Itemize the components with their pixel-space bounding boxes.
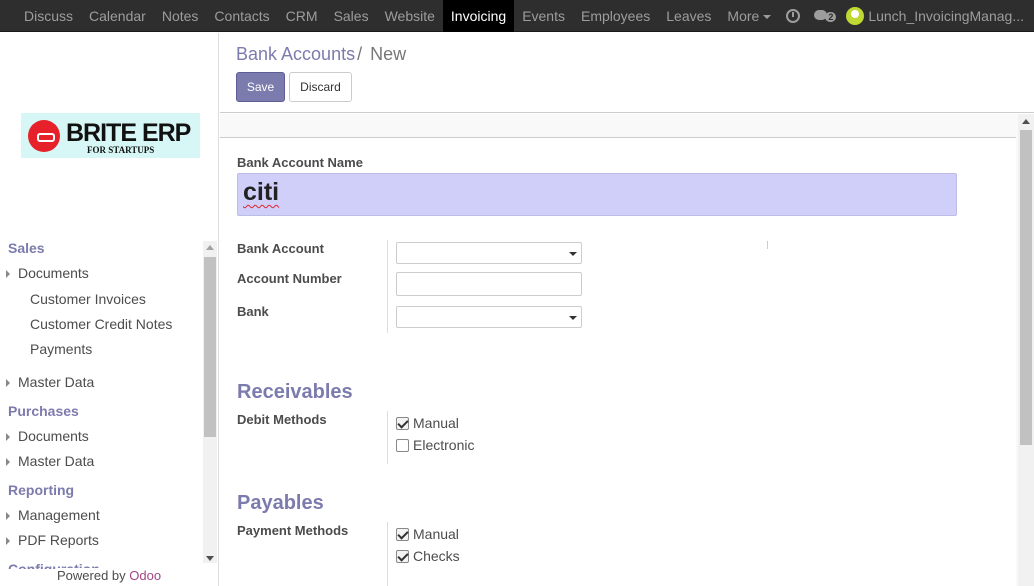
checkbox-checked[interactable]	[396, 416, 409, 430]
sidebar-item-label: Master Data	[18, 453, 95, 469]
field-divider	[387, 240, 388, 333]
menu-leaves[interactable]: Leaves	[658, 0, 719, 32]
scroll-down-icon[interactable]	[206, 556, 214, 561]
sidebar-item-label: Customer Invoices	[30, 291, 146, 307]
menu-sales[interactable]: Sales	[326, 0, 377, 32]
column-divider	[767, 241, 768, 249]
payment-method-checks[interactable]: Checks	[396, 547, 460, 565]
sidebar-item-label: Master Data	[18, 374, 95, 390]
form-sheet: Bank Account Name citi Bank Account Acco…	[220, 137, 1016, 586]
menu-discuss[interactable]: Discuss	[16, 0, 81, 32]
caret-right-icon	[6, 537, 10, 545]
breadcrumb-current: New	[370, 44, 407, 64]
menu-more[interactable]: More	[719, 0, 779, 32]
save-button[interactable]: Save	[236, 72, 285, 102]
breadcrumb: Bank Accounts / New	[236, 44, 406, 65]
bank-label: Bank	[237, 304, 269, 319]
powered-prefix: Powered by	[57, 568, 130, 583]
breadcrumb-separator: /	[357, 44, 363, 64]
payment-methods-label: Payment Methods	[237, 523, 349, 538]
sidebar-scrollbar[interactable]	[203, 241, 217, 563]
menu-website[interactable]: Website	[377, 0, 443, 32]
bank-account-select[interactable]	[396, 242, 582, 264]
sidebar-section-reporting: Reporting	[8, 482, 75, 498]
checkbox-checked[interactable]	[396, 549, 409, 563]
checkbox-checked[interactable]	[396, 527, 409, 541]
bank-account-name-label: Bank Account Name	[237, 155, 363, 170]
payables-title: Payables	[237, 492, 324, 514]
caret-right-icon	[6, 270, 10, 278]
sidebar-item-label: Payments	[30, 341, 93, 357]
logo-brand: BRITE ERP	[66, 119, 191, 147]
messages-button[interactable]: 2	[814, 9, 837, 23]
systray: 2 Lunch_InvoicingManag...	[786, 0, 1024, 32]
chevron-down-icon	[763, 15, 772, 20]
form-scrollbar[interactable]	[1018, 114, 1034, 586]
debit-method-manual[interactable]: Manual	[396, 414, 459, 432]
checkbox-label: Manual	[413, 415, 459, 431]
scrollbar-thumb[interactable]	[204, 257, 216, 437]
powered-by: Powered by Odoo	[57, 568, 203, 583]
clock-icon[interactable]	[786, 9, 801, 23]
field-divider	[387, 411, 388, 464]
breadcrumb-bank-accounts[interactable]: Bank Accounts	[236, 44, 355, 64]
payment-method-manual[interactable]: Manual	[396, 525, 459, 543]
checkbox-label: Electronic	[413, 437, 475, 453]
sidebar-item-label: Documents	[18, 265, 89, 281]
sidebar-section-purchases: Purchases	[8, 403, 79, 419]
bank-select[interactable]	[396, 306, 582, 328]
sidebar-item-label: Documents	[18, 428, 89, 444]
powered-brand-link[interactable]: Odoo	[129, 568, 161, 583]
scroll-up-icon[interactable]	[206, 245, 214, 250]
sidebar-item-label: Management	[18, 507, 100, 523]
menu-events[interactable]: Events	[514, 0, 573, 32]
sidebar-menu: Sales Documents Customer Invoices Custom…	[0, 237, 203, 569]
menu-crm[interactable]: CRM	[278, 0, 326, 32]
sidebar: BRITE ERP FOR STARTUPS Sales Documents C…	[0, 33, 219, 586]
bank-account-name-input[interactable]: citi	[237, 173, 957, 216]
menu-notes[interactable]: Notes	[154, 0, 207, 32]
checkbox-label: Manual	[413, 526, 459, 542]
user-avatar[interactable]	[846, 7, 865, 25]
receivables-title: Receivables	[237, 381, 353, 403]
logo-mark-icon	[28, 120, 60, 152]
dropdown-arrow-icon	[569, 252, 577, 256]
checkbox-label: Checks	[413, 548, 460, 564]
form-view: Bank Account Name citi Bank Account Acco…	[220, 114, 1018, 586]
sidebar-item-label: PDF Reports	[18, 532, 99, 548]
messages-count-badge: 2	[825, 12, 837, 22]
bank-account-label: Bank Account	[237, 241, 324, 256]
account-number-input[interactable]	[396, 272, 582, 296]
sidebar-section-sales: Sales	[8, 240, 45, 256]
caret-right-icon	[6, 433, 10, 441]
dropdown-arrow-icon	[569, 316, 577, 320]
caret-right-icon	[6, 512, 10, 520]
logo-tagline: FOR STARTUPS	[87, 145, 155, 155]
top-navbar: Discuss Calendar Notes Contacts CRM Sale…	[0, 0, 1034, 32]
menu-invoicing[interactable]: Invoicing	[442, 0, 515, 32]
debit-methods-label: Debit Methods	[237, 412, 327, 427]
user-menu[interactable]: Lunch_InvoicingManag...	[868, 8, 1024, 24]
caret-right-icon	[6, 379, 10, 387]
scrollbar-thumb[interactable]	[1020, 130, 1032, 445]
menu-more-label: More	[727, 8, 760, 24]
control-panel: Bank Accounts / New Save Discard	[220, 33, 1034, 113]
menu-calendar[interactable]: Calendar	[81, 0, 154, 32]
account-number-label: Account Number	[237, 271, 342, 286]
debit-method-electronic[interactable]: Electronic	[396, 436, 474, 454]
app-menu: Discuss Calendar Notes Contacts CRM Sale…	[16, 0, 779, 32]
company-logo[interactable]: BRITE ERP FOR STARTUPS	[21, 113, 200, 158]
menu-contacts[interactable]: Contacts	[206, 0, 277, 32]
field-divider	[387, 522, 388, 586]
scroll-up-icon[interactable]	[1022, 119, 1030, 124]
discard-button[interactable]: Discard	[289, 72, 352, 102]
checkbox-unchecked[interactable]	[396, 438, 409, 452]
menu-employees[interactable]: Employees	[573, 0, 658, 32]
sidebar-item-label: Customer Credit Notes	[30, 316, 173, 332]
bank-account-name-value: citi	[243, 178, 280, 206]
caret-right-icon	[6, 458, 10, 466]
